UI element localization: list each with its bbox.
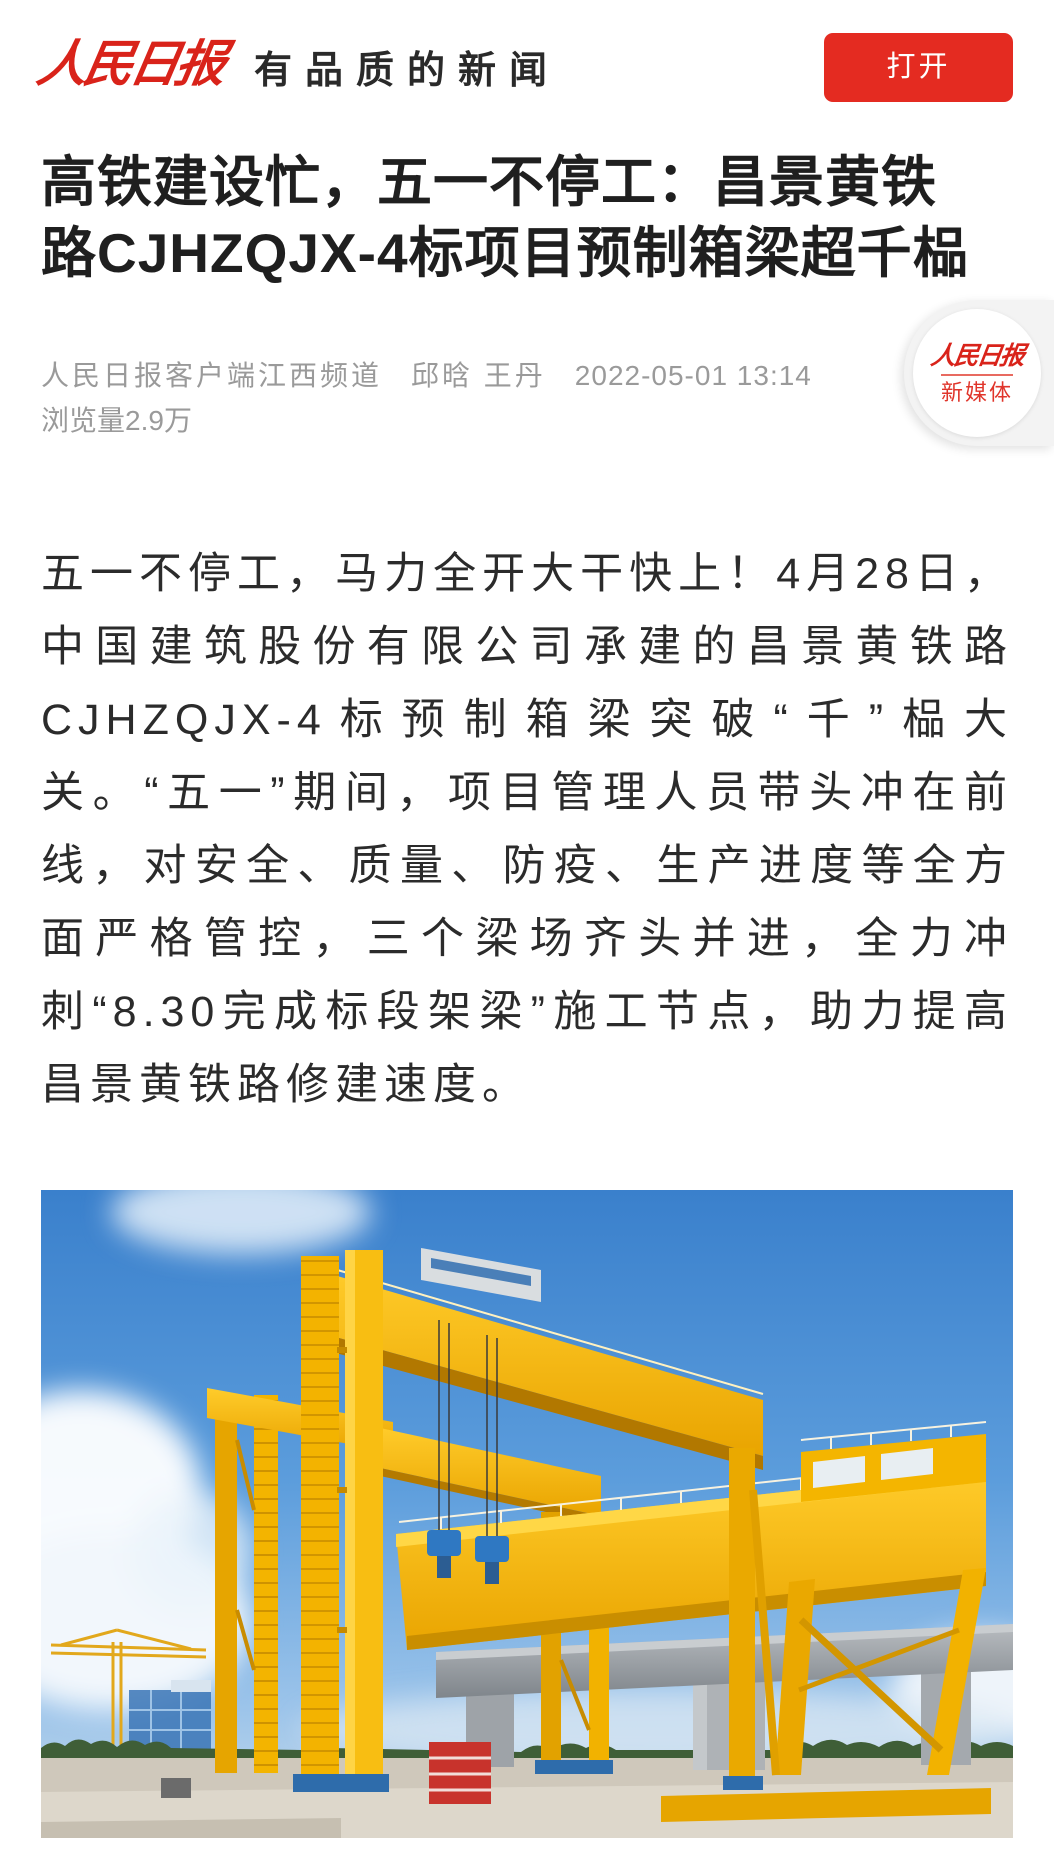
article-meta: 人民日报客户端江西频道 邱晗 王丹 2022-05-01 13:14 bbox=[41, 356, 812, 396]
new-media-logo-text: 人民日报 bbox=[929, 340, 1026, 370]
new-media-subtitle: 新媒体 bbox=[940, 379, 1013, 405]
new-media-divider bbox=[941, 373, 1013, 376]
new-media-logo: 人民日报 新媒体 bbox=[913, 309, 1041, 437]
article-photo[interactable] bbox=[41, 1190, 1013, 1838]
article-title-line: 路CJHZQJX-4标项目预制箱梁超千榀 bbox=[41, 222, 969, 284]
photo-construction-scene bbox=[41, 1190, 1013, 1838]
article-authors: 邱晗 王丹 bbox=[411, 360, 546, 391]
article-source: 人民日报客户端江西频道 bbox=[41, 360, 383, 391]
open-app-button[interactable]: 打开 bbox=[824, 33, 1013, 102]
view-count-label: 浏览量 bbox=[41, 405, 126, 436]
view-count: 浏览量2.9万 bbox=[41, 401, 192, 441]
view-count-value: 2.9万 bbox=[125, 405, 192, 436]
article-title-line: 高铁建设忙，五一不停工：昌景黄铁 bbox=[41, 151, 938, 213]
new-media-badge[interactable]: 人民日报 新媒体 bbox=[904, 300, 1054, 446]
brand-logo: 人民日报 bbox=[32, 34, 228, 93]
photo-distant-equipment bbox=[129, 1680, 211, 1750]
brand-slogan: 有品质的新闻 bbox=[254, 50, 561, 92]
article-title: 高铁建设忙，五一不停工：昌景黄铁 路CJHZQJX-4标项目预制箱梁超千榀 bbox=[41, 147, 1041, 289]
article-publish-time: 2022-05-01 13:14 bbox=[574, 360, 812, 391]
article-body: 五一不停工，马力全开大干快上！4月28日，中国建筑股份有限公司承建的昌景黄铁路C… bbox=[41, 550, 1013, 1109]
